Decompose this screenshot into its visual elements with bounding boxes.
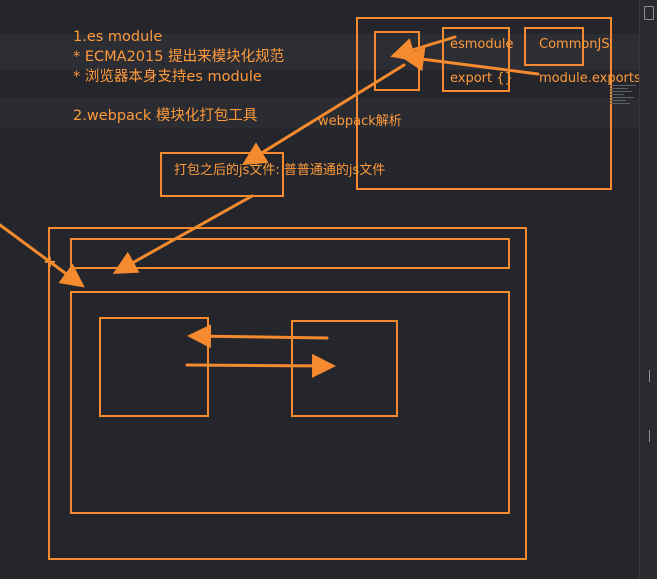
module-b-box <box>291 320 398 417</box>
note-line-4: 2.webpack 模块化打包工具 <box>73 108 258 124</box>
vertical-scrollbar[interactable] <box>639 0 657 579</box>
note-line-1: 1.es module <box>73 29 163 45</box>
note-line-2: * ECMA2015 提出来模块化规范 <box>73 49 285 65</box>
window-icon[interactable] <box>644 6 654 20</box>
esmodule-label: esmodule <box>450 37 514 52</box>
scroll-marker <box>649 430 657 442</box>
scroll-marker <box>649 370 657 382</box>
module-a-box <box>99 317 209 417</box>
bundled-file-label: 打包之后的js文件: 普普通通的js文件 <box>174 163 386 178</box>
export-label: export {} <box>450 71 513 86</box>
note-line-3: * 浏览器本身支持es module <box>73 69 262 85</box>
commonjs-label: CommonJS <box>539 37 610 52</box>
minimap <box>610 85 638 125</box>
browser-address-bar <box>70 238 510 269</box>
canvas[interactable]: 1.es module * ECMA2015 提出来模块化规范 * 浏览器本身支… <box>0 0 657 579</box>
target-module-box <box>374 31 420 91</box>
crosshair-cursor-icon: ✛ <box>44 255 56 271</box>
webpack-parse-label: webpack解析 <box>318 114 402 129</box>
